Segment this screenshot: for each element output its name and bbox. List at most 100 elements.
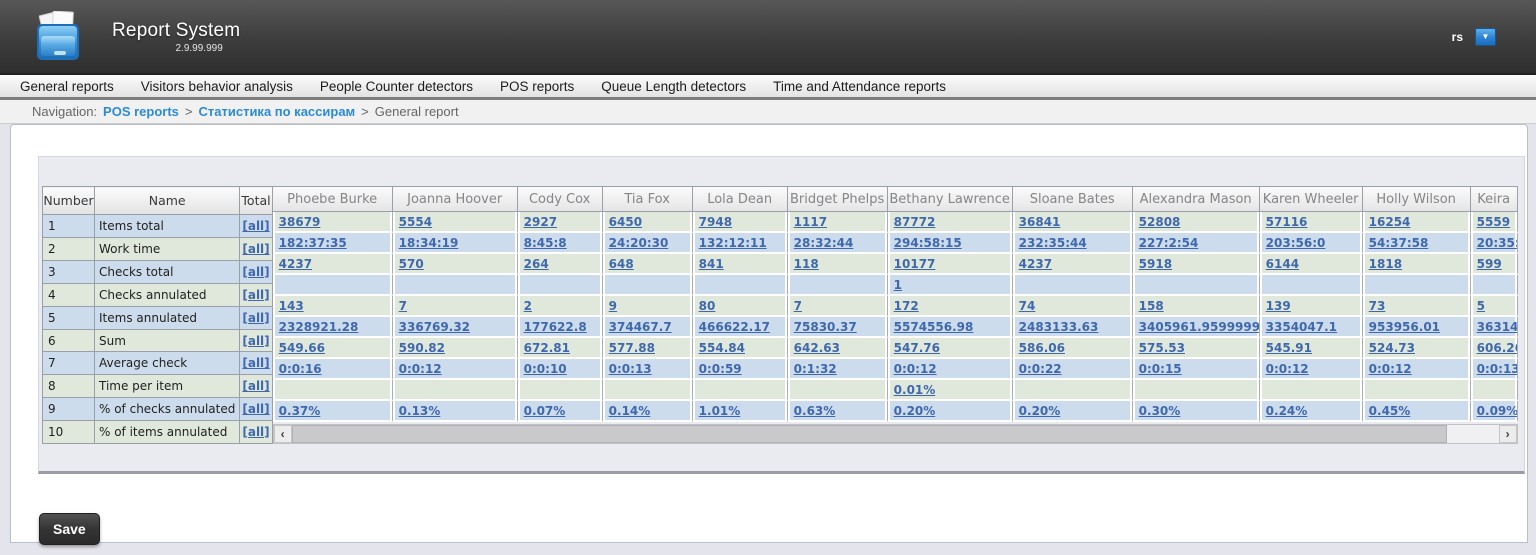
cell-value-link[interactable]: 0:0:12 [894,362,937,376]
total-all-link[interactable]: [all] [242,288,269,302]
cell-value-link[interactable]: 8:45:8 [524,236,567,250]
cell-value-link[interactable]: 0.14% [609,404,651,418]
cell-value-link[interactable]: 10177 [894,257,936,271]
cell-value-link[interactable]: 549.66 [279,341,325,355]
cell-value-link[interactable]: 0:0:22 [1019,362,1062,376]
menu-item-pos-reports[interactable]: POS reports [500,79,574,94]
cell-value-link[interactable]: 648 [609,257,634,271]
cell-value-link[interactable]: 80 [699,299,716,313]
cell-value-link[interactable]: 5554 [399,215,432,229]
cell-value-link[interactable]: 203:56:0 [1266,236,1326,250]
cell-value-link[interactable]: 2483133.63 [1019,320,1099,334]
cell-value-link[interactable]: 0:0:16 [279,362,322,376]
cell-value-link[interactable]: 2328921.28 [279,320,359,334]
cell-value-link[interactable]: 158 [1139,299,1164,313]
cell-value-link[interactable]: 5559 [1477,215,1510,229]
cell-value-link[interactable]: 2927 [524,215,557,229]
user-menu-dropdown-button[interactable]: ▼ [1475,28,1496,46]
cell-value-link[interactable]: 672.81 [524,341,570,355]
cell-value-link[interactable]: 1 [894,278,902,292]
cell-value-link[interactable]: 0.63% [794,404,836,418]
cell-value-link[interactable]: 38679 [279,215,321,229]
cell-value-link[interactable]: 132:12:11 [699,236,767,250]
total-all-link[interactable]: [all] [242,265,269,279]
scrollbar-thumb[interactable] [291,425,1447,443]
cell-value-link[interactable]: 0:0:15 [1139,362,1182,376]
total-all-link[interactable]: [all] [242,334,269,348]
cell-value-link[interactable]: 36841 [1019,215,1061,229]
scroll-left-button[interactable]: ‹ [273,425,292,443]
cell-value-link[interactable]: 0:0:12 [1266,362,1309,376]
cell-value-link[interactable]: 6144 [1266,257,1299,271]
scroll-right-button[interactable]: › [1498,425,1517,443]
cell-value-link[interactable]: 466622.17 [699,320,770,334]
cell-value-link[interactable]: 5918 [1139,257,1172,271]
cell-value-link[interactable]: 9 [609,299,617,313]
cell-value-link[interactable]: 545.91 [1266,341,1312,355]
total-all-link[interactable]: [all] [242,311,269,325]
cell-value-link[interactable]: 16254 [1369,215,1411,229]
cell-value-link[interactable]: 4237 [279,257,312,271]
cell-value-link[interactable]: 0:0:13 [609,362,652,376]
cell-value-link[interactable]: 0.20% [1019,404,1061,418]
cell-value-link[interactable]: 3354047.1 [1266,320,1337,334]
cell-value-link[interactable]: 24:20:30 [609,236,669,250]
total-all-link[interactable]: [all] [242,242,269,256]
cell-value-link[interactable]: 336769.32 [399,320,470,334]
cell-value-link[interactable]: 0.07% [524,404,566,418]
menu-item-people-counter-detectors[interactable]: People Counter detectors [320,79,473,94]
cell-value-link[interactable]: 227:2:54 [1139,236,1199,250]
cell-value-link[interactable]: 139 [1266,299,1291,313]
cell-value-link[interactable]: 0.13% [399,404,441,418]
cell-value-link[interactable]: 1.01% [699,404,741,418]
cell-value-link[interactable]: 74 [1019,299,1036,313]
cell-value-link[interactable]: 232:35:44 [1019,236,1087,250]
cell-value-link[interactable]: 0:0:59 [699,362,742,376]
cell-value-link[interactable]: 0.45% [1369,404,1411,418]
cell-value-link[interactable]: 4237 [1019,257,1052,271]
cell-value-link[interactable]: 57116 [1266,215,1308,229]
cell-value-link[interactable]: 264 [524,257,549,271]
cell-value-link[interactable]: 118 [794,257,819,271]
cell-value-link[interactable]: 0.37% [279,404,321,418]
menu-item-visitors-behavior-analysis[interactable]: Visitors behavior analysis [141,79,293,94]
cell-value-link[interactable]: 54:37:58 [1369,236,1429,250]
cell-value-link[interactable]: 28:32:44 [794,236,854,250]
cell-value-link[interactable]: 953956.01 [1369,320,1440,334]
cell-value-link[interactable]: 294:58:15 [894,236,962,250]
cell-value-link[interactable]: 590.82 [399,341,445,355]
cell-value-link[interactable]: 0.01% [894,383,936,397]
breadcrumb-link-cashier-statistics[interactable]: Статистика по кассирам [199,104,356,119]
cell-value-link[interactable]: 5574556.98 [894,320,974,334]
cell-value-link[interactable]: 20:35:2 [1477,236,1517,250]
cell-value-link[interactable]: 841 [699,257,724,271]
cell-value-link[interactable]: 0.20% [894,404,936,418]
cell-value-link[interactable]: 0.30% [1139,404,1181,418]
cell-value-link[interactable]: 177622.8 [524,320,587,334]
cell-value-link[interactable]: 606.26 [1477,341,1517,355]
menu-item-queue-length-detectors[interactable]: Queue Length detectors [601,79,746,94]
save-button[interactable]: Save [39,513,100,545]
total-all-link[interactable]: [all] [242,219,269,233]
cell-value-link[interactable]: 5 [1477,299,1485,313]
cell-value-link[interactable]: 7948 [699,215,732,229]
cell-value-link[interactable]: 1818 [1369,257,1402,271]
horizontal-scrollbar[interactable]: ‹ › [272,424,1518,444]
cell-value-link[interactable]: 0:0:12 [399,362,442,376]
cell-value-link[interactable]: 524.73 [1369,341,1415,355]
cell-value-link[interactable]: 1117 [794,215,827,229]
cell-value-link[interactable]: 18:34:19 [399,236,459,250]
cell-value-link[interactable]: 570 [399,257,424,271]
menu-item-general-reports[interactable]: General reports [20,79,114,94]
cell-value-link[interactable]: 0.09% [1477,404,1517,418]
cell-value-link[interactable]: 143 [279,299,304,313]
cell-value-link[interactable]: 577.88 [609,341,655,355]
cell-value-link[interactable]: 547.76 [894,341,940,355]
cell-value-link[interactable]: 75830.37 [794,320,857,334]
total-all-link[interactable]: [all] [242,402,269,416]
cell-value-link[interactable]: 374467.7 [609,320,672,334]
cell-value-link[interactable]: 6450 [609,215,642,229]
cell-value-link[interactable]: 172 [894,299,919,313]
cell-value-link[interactable]: 0:0:13 [1477,362,1517,376]
cell-value-link[interactable]: 554.84 [699,341,745,355]
